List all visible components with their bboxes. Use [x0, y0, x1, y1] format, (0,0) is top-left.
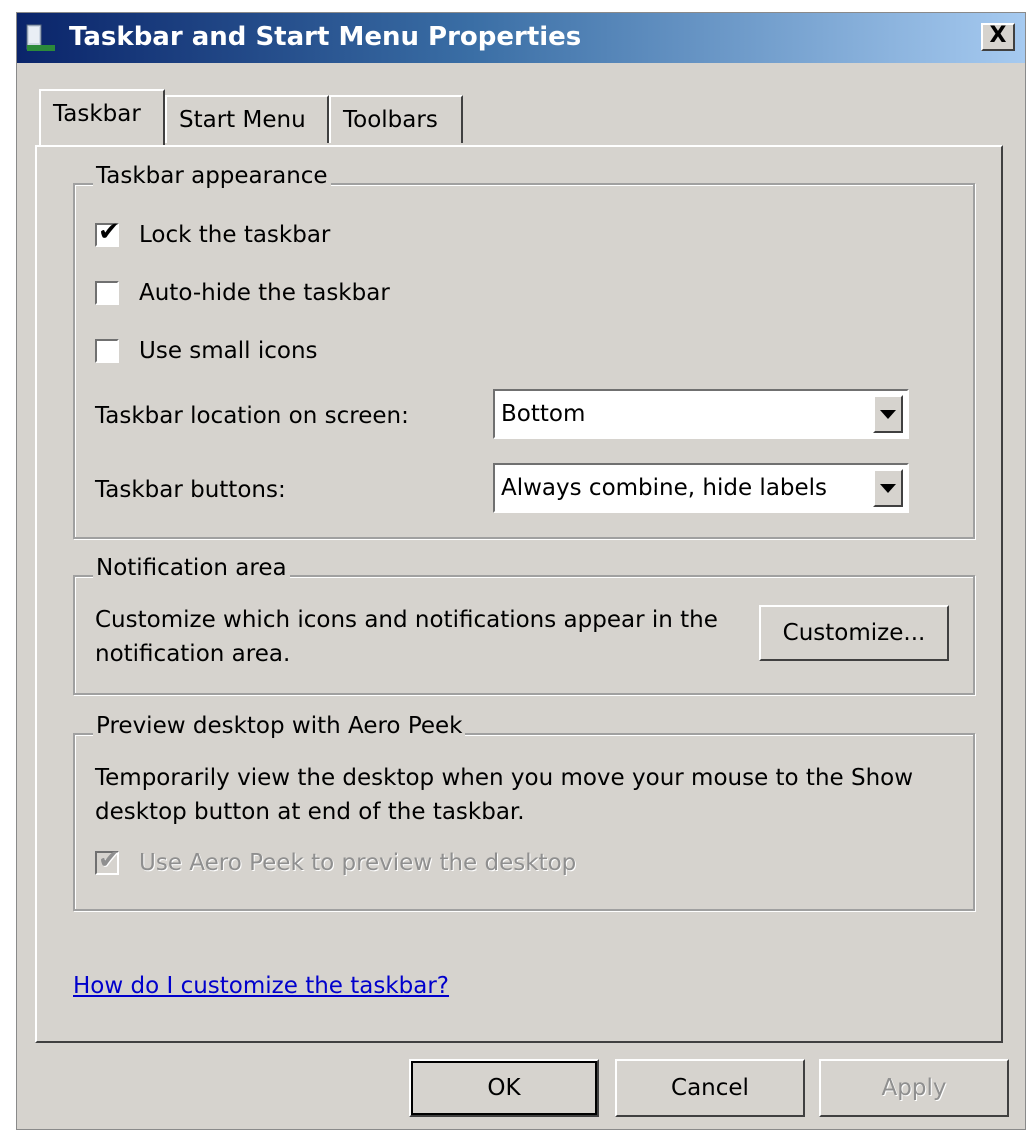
lock-taskbar-checkbox[interactable]: ✔	[95, 217, 120, 247]
taskbar-buttons-select[interactable]: Always combine, hide labels	[493, 463, 909, 513]
autohide-taskbar-option[interactable]: Auto-hide the taskbar	[95, 277, 390, 309]
taskbar-location-select[interactable]: Bottom	[493, 389, 909, 439]
autohide-taskbar-label: Auto-hide the taskbar	[139, 280, 390, 306]
checkmark-icon: ✔	[98, 845, 120, 875]
lock-taskbar-option[interactable]: ✔ Lock the taskbar	[95, 217, 331, 251]
ok-button[interactable]: OK	[409, 1059, 599, 1117]
aero-peek-checkbox: ✔	[95, 845, 120, 875]
taskbar-app-icon	[26, 24, 55, 51]
close-button[interactable]: X	[981, 23, 1015, 51]
help-link[interactable]: How do I customize the taskbar?	[73, 973, 449, 999]
window-title: Taskbar and Start Menu Properties	[69, 22, 582, 52]
small-icons-label: Use small icons	[139, 338, 318, 364]
autohide-taskbar-checkbox[interactable]	[95, 281, 119, 305]
taskbar-buttons-label: Taskbar buttons:	[95, 477, 286, 503]
aero-peek-label: Use Aero Peek to preview the desktop	[139, 850, 577, 876]
title-bar[interactable]: Taskbar and Start Menu Properties X	[17, 13, 1025, 63]
dropdown-arrow-icon[interactable]	[873, 395, 903, 433]
aero-peek-description: Temporarily view the desktop when you mo…	[95, 765, 914, 825]
notification-area-group: Notification area Customize which icons …	[73, 555, 975, 695]
cancel-button[interactable]: Cancel	[615, 1059, 805, 1117]
lock-taskbar-label: Lock the taskbar	[139, 222, 331, 248]
tab-start-menu[interactable]: Start Menu	[165, 95, 329, 143]
taskbar-location-label: Taskbar location on screen:	[95, 403, 409, 429]
customize-button[interactable]: Customize...	[759, 605, 949, 661]
properties-dialog: Taskbar and Start Menu Properties X Task…	[16, 12, 1026, 1130]
tab-toolbars[interactable]: Toolbars	[329, 95, 463, 143]
tab-taskbar[interactable]: Taskbar	[39, 89, 165, 145]
taskbar-appearance-legend: Taskbar appearance	[93, 163, 331, 189]
notification-area-legend: Notification area	[93, 555, 290, 581]
small-icons-option[interactable]: Use small icons	[95, 335, 318, 367]
taskbar-appearance-group: Taskbar appearance ✔ Lock the taskbar Au…	[73, 163, 975, 539]
small-icons-checkbox[interactable]	[95, 339, 119, 363]
notification-area-description: Customize which icons and notifications …	[95, 607, 718, 667]
aero-peek-option: ✔ Use Aero Peek to preview the desktop	[95, 845, 577, 879]
aero-peek-group: Preview desktop with Aero Peek Temporari…	[73, 713, 975, 911]
taskbar-location-value: Bottom	[501, 401, 586, 427]
tab-panel-taskbar: Taskbar appearance ✔ Lock the taskbar Au…	[35, 145, 1003, 1043]
checkmark-icon: ✔	[98, 217, 120, 247]
taskbar-buttons-value: Always combine, hide labels	[501, 475, 828, 501]
aero-peek-legend: Preview desktop with Aero Peek	[93, 713, 466, 739]
apply-button[interactable]: Apply	[819, 1059, 1009, 1117]
dropdown-arrow-icon[interactable]	[873, 469, 903, 507]
